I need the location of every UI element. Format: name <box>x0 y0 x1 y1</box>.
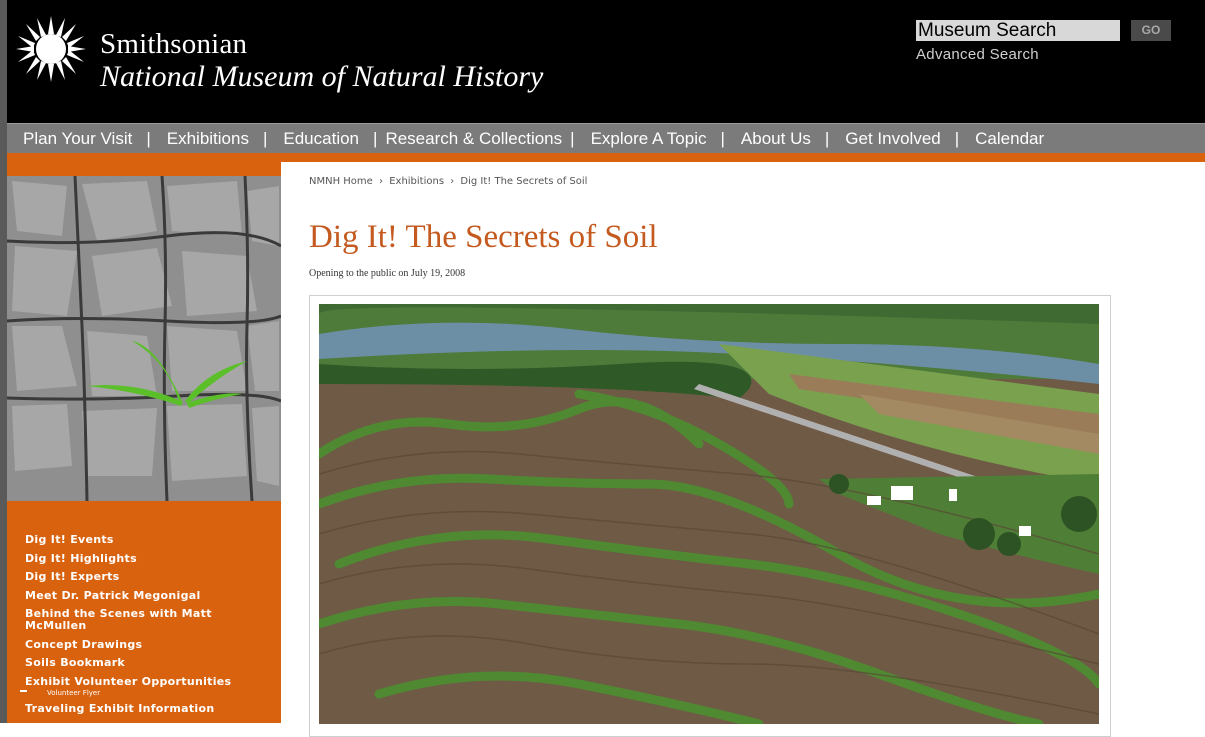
sidebar-link-volunteer-flyer[interactable]: Volunteer Flyer <box>47 689 265 697</box>
advanced-search-link[interactable]: Advanced Search <box>916 46 1039 63</box>
sidebar-link-volunteer[interactable]: Exhibit Volunteer Opportunities <box>25 675 265 688</box>
museum-search-input[interactable] <box>916 20 1120 41</box>
breadcrumb-separator: › <box>450 176 455 187</box>
page-title: Dig It! The Secrets of Soil <box>309 219 658 255</box>
sidebar-link-experts[interactable]: Dig It! Experts <box>25 571 265 583</box>
smithsonian-sun-logo-icon[interactable] <box>16 16 86 82</box>
sublink-bullet <box>20 690 27 692</box>
cracked-soil-seedling-image <box>7 176 281 501</box>
sidebar-link-megonigal[interactable]: Meet Dr. Patrick Megonigal <box>25 589 265 602</box>
sidebar-link-behind-scenes[interactable]: Behind the Scenes with Matt McMullen <box>25 608 265 632</box>
breadcrumb-current: Dig It! The Secrets of Soil <box>460 176 588 187</box>
brand-smithsonian[interactable]: Smithsonian <box>100 28 247 61</box>
main-navigation: Plan Your Visit | Exhibitions | Educatio… <box>7 123 1205 154</box>
search-go-button[interactable]: GO <box>1131 20 1171 41</box>
opening-date: Opening to the public on July 19, 2008 <box>309 268 466 279</box>
sidebar-links: Dig It! Events Dig It! Highlights Dig It… <box>25 534 265 722</box>
sidebar-link-concept-drawings[interactable]: Concept Drawings <box>25 638 265 651</box>
nav-plan-your-visit[interactable]: Plan Your Visit <box>7 129 146 149</box>
contour-farm-aerial-image <box>319 304 1099 724</box>
nav-about-us[interactable]: About Us <box>725 129 825 149</box>
breadcrumb-home[interactable]: NMNH Home <box>309 176 373 187</box>
breadcrumb-exhibitions[interactable]: Exhibitions <box>389 176 444 187</box>
nav-research-collections[interactable]: Research & Collections <box>377 129 570 149</box>
nav-get-involved[interactable]: Get Involved <box>829 129 954 149</box>
brand-museum-name[interactable]: National Museum of Natural History <box>100 60 543 94</box>
nav-exhibitions[interactable]: Exhibitions <box>151 129 263 149</box>
sidebar-link-events[interactable]: Dig It! Events <box>25 534 265 546</box>
window-edge <box>0 0 7 723</box>
sidebar-link-traveling[interactable]: Traveling Exhibit Information <box>25 703 265 715</box>
breadcrumb-separator: › <box>379 176 384 187</box>
breadcrumb: NMNH Home › Exhibitions › Dig It! The Se… <box>309 176 590 187</box>
sidebar-link-highlights[interactable]: Dig It! Highlights <box>25 552 265 565</box>
nav-calendar[interactable]: Calendar <box>959 129 1058 149</box>
nav-explore-a-topic[interactable]: Explore A Topic <box>575 129 721 149</box>
sidebar-link-bookmark[interactable]: Soils Bookmark <box>25 657 265 669</box>
nav-education[interactable]: Education <box>267 129 373 149</box>
